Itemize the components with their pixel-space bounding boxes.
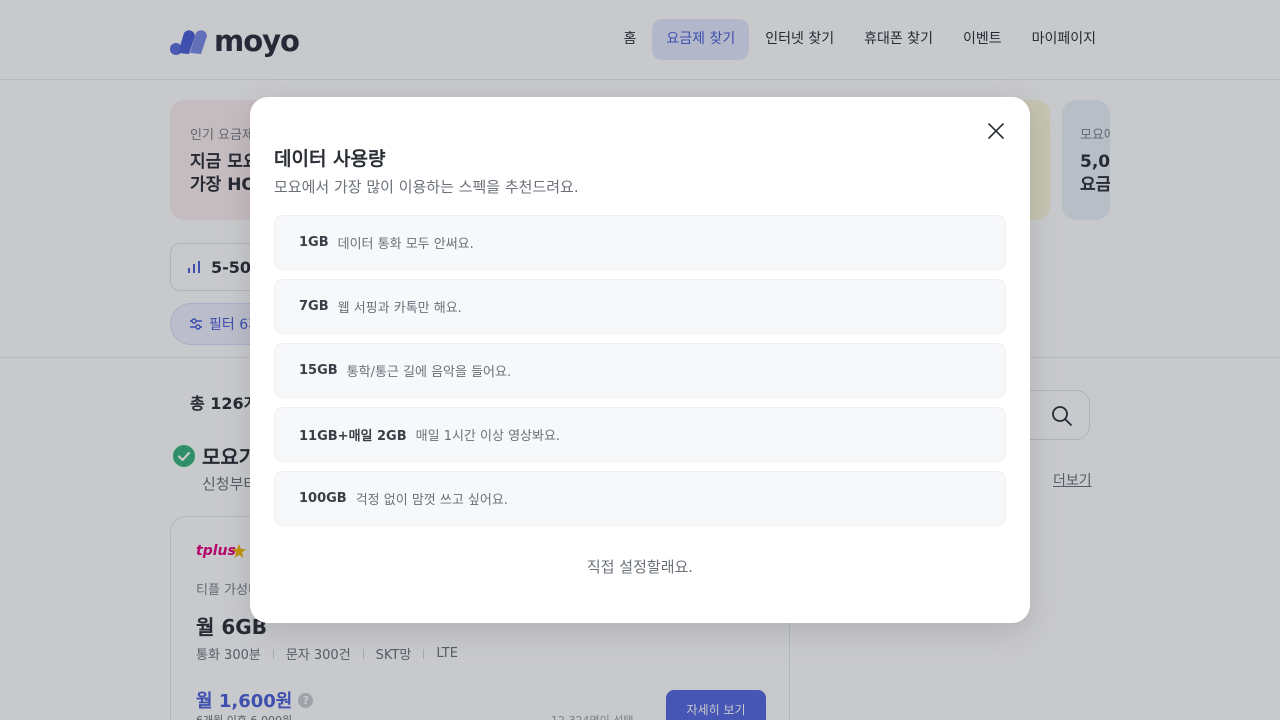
option-amount: 100GB xyxy=(299,491,347,506)
option-description: 데이터 통화 모두 안써요. xyxy=(337,237,474,252)
data-option-7gb[interactable]: 7GB 웹 서핑과 카톡만 해요. xyxy=(274,279,1006,334)
data-option-1gb[interactable]: 1GB 데이터 통화 모두 안써요. xyxy=(274,215,1006,270)
option-description: 매일 1시간 이상 영상봐요. xyxy=(415,429,561,444)
data-option-100gb[interactable]: 100GB 걱정 없이 맘껏 쓰고 싶어요. xyxy=(274,471,1006,526)
option-amount: 1GB xyxy=(299,235,329,250)
option-amount: 7GB xyxy=(299,299,329,314)
option-description: 걱정 없이 맘껏 쓰고 싶어요. xyxy=(355,493,508,508)
data-option-15gb[interactable]: 15GB 통학/통근 길에 음악을 들어요. xyxy=(274,343,1006,398)
data-option-list: 1GB 데이터 통화 모두 안써요. 7GB 웹 서핑과 카톡만 해요. 15G… xyxy=(274,215,1006,535)
option-description: 웹 서핑과 카톡만 해요. xyxy=(337,301,462,316)
option-amount: 15GB xyxy=(299,363,338,378)
custom-setting-link[interactable]: 직접 설정할래요. xyxy=(250,556,1030,577)
modal-subtitle: 모요에서 가장 많이 이용하는 스펙을 추천드려요. xyxy=(274,178,579,196)
close-button[interactable] xyxy=(984,119,1008,143)
modal-title: 데이터 사용량 xyxy=(274,148,386,170)
option-description: 통학/통근 길에 음악을 들어요. xyxy=(346,365,512,380)
data-option-11gb-daily-2gb[interactable]: 11GB+매일 2GB 매일 1시간 이상 영상봐요. xyxy=(274,407,1006,462)
option-amount: 11GB+매일 2GB xyxy=(299,429,407,444)
close-icon xyxy=(988,123,1004,139)
data-usage-modal: 데이터 사용량 모요에서 가장 많이 이용하는 스펙을 추천드려요. 1GB 데… xyxy=(250,97,1030,623)
